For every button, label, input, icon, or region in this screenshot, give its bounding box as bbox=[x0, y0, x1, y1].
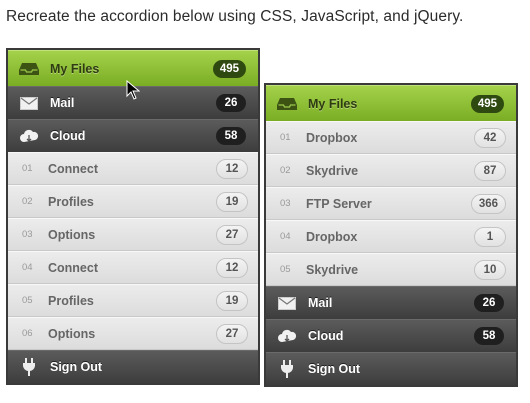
item-count-badge: 12 bbox=[216, 257, 248, 278]
my-files-count-badge: 495 bbox=[470, 94, 504, 113]
instruction-text: Recreate the accordion below using CSS, … bbox=[6, 8, 464, 25]
submenu-item[interactable]: 01 Connect 12 bbox=[8, 152, 258, 185]
item-number: 01 bbox=[22, 163, 33, 174]
submenu-item[interactable]: 04 Connect 12 bbox=[8, 251, 258, 284]
sign-out-label: Sign Out bbox=[50, 360, 103, 374]
item-count-badge: 1 bbox=[474, 226, 506, 247]
submenu-item[interactable]: 03 Options 27 bbox=[8, 218, 258, 251]
item-count-badge: 87 bbox=[474, 160, 506, 181]
my-files-count-badge: 495 bbox=[212, 59, 246, 78]
sign-out-header[interactable]: Sign Out bbox=[266, 352, 516, 385]
cloud-icon bbox=[18, 127, 40, 145]
item-number: 06 bbox=[22, 328, 33, 339]
my-files-header[interactable]: My Files 495 bbox=[266, 85, 516, 121]
item-number: 04 bbox=[22, 262, 33, 273]
mail-count-badge: 26 bbox=[216, 94, 246, 112]
item-count-badge: 42 bbox=[474, 127, 506, 148]
my-files-header[interactable]: My Files 495 bbox=[8, 50, 258, 86]
accordion-right: My Files 495 01 Dropbox 42 02 Skydrive 8… bbox=[264, 83, 518, 387]
inbox-tray-icon bbox=[276, 95, 298, 113]
item-number: 05 bbox=[280, 264, 291, 275]
submenu-item[interactable]: 02 Skydrive 87 bbox=[266, 154, 516, 187]
item-number: 05 bbox=[22, 295, 33, 306]
inbox-tray-icon bbox=[18, 60, 40, 78]
submenu-item[interactable]: 05 Skydrive 10 bbox=[266, 253, 516, 286]
item-count-badge: 12 bbox=[216, 158, 248, 179]
item-number: 01 bbox=[280, 132, 291, 143]
cloud-count-badge: 58 bbox=[474, 327, 504, 345]
sign-out-label: Sign Out bbox=[308, 362, 361, 376]
item-count-badge: 27 bbox=[216, 224, 248, 245]
accordion-left: My Files 495 Mail 26 Cloud 58 01 Connect… bbox=[6, 48, 260, 385]
item-number: 02 bbox=[280, 165, 291, 176]
item-number: 04 bbox=[280, 231, 291, 242]
submenu-item[interactable]: 05 Profiles 19 bbox=[8, 284, 258, 317]
item-number: 03 bbox=[22, 229, 33, 240]
submenu-item[interactable]: 03 FTP Server 366 bbox=[266, 187, 516, 220]
item-count-badge: 19 bbox=[216, 290, 248, 311]
submenu-item[interactable]: 01 Dropbox 42 bbox=[266, 121, 516, 154]
item-count-badge: 10 bbox=[474, 259, 506, 280]
sign-out-header[interactable]: Sign Out bbox=[8, 350, 258, 383]
cloud-count-badge: 58 bbox=[216, 127, 246, 145]
cloud-icon bbox=[276, 327, 298, 345]
envelope-icon bbox=[18, 94, 40, 112]
item-number: 03 bbox=[280, 198, 291, 209]
power-plug-icon bbox=[276, 360, 298, 378]
item-count-badge: 366 bbox=[470, 193, 506, 214]
item-number: 02 bbox=[22, 196, 33, 207]
submenu-item[interactable]: 04 Dropbox 1 bbox=[266, 220, 516, 253]
submenu-item[interactable]: 02 Profiles 19 bbox=[8, 185, 258, 218]
envelope-icon bbox=[276, 294, 298, 312]
cloud-header[interactable]: Cloud 58 bbox=[8, 119, 258, 152]
mail-header[interactable]: Mail 26 bbox=[8, 86, 258, 119]
cloud-header[interactable]: Cloud 58 bbox=[266, 319, 516, 352]
submenu-item[interactable]: 06 Options 27 bbox=[8, 317, 258, 350]
mail-count-badge: 26 bbox=[474, 294, 504, 312]
mail-header[interactable]: Mail 26 bbox=[266, 286, 516, 319]
power-plug-icon bbox=[18, 358, 40, 376]
item-count-badge: 19 bbox=[216, 191, 248, 212]
item-count-badge: 27 bbox=[216, 323, 248, 344]
